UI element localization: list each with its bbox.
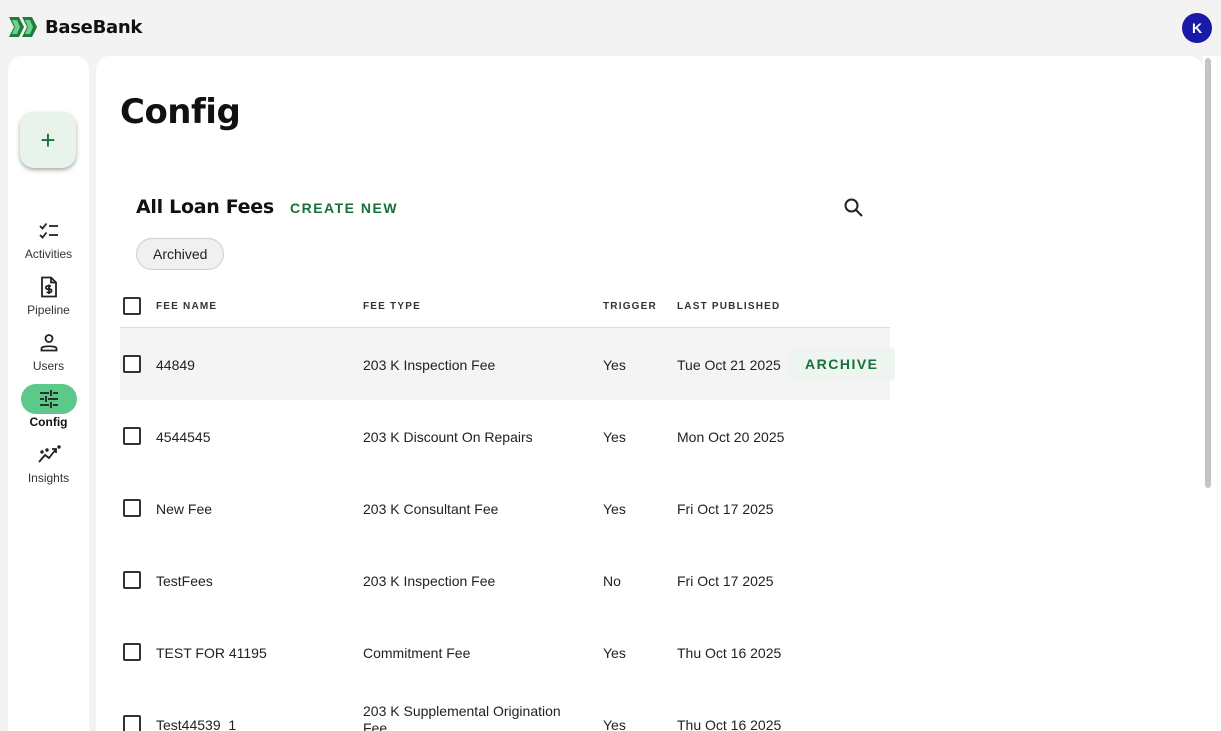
sidebar-item-insights[interactable]: Insights — [8, 440, 89, 485]
last-published-cell: Mon Oct 20 2025 — [677, 429, 785, 445]
sidebar-item-label: Activities — [24, 247, 73, 261]
page-scrollbar-thumb[interactable] — [1205, 58, 1211, 488]
column-header-fee-type[interactable]: FEE TYPE — [363, 301, 421, 312]
brand-logo[interactable]: BaseBank — [8, 15, 142, 39]
column-header-trigger[interactable]: TRIGGER — [603, 301, 657, 312]
archived-filter-chip[interactable]: Archived — [136, 238, 225, 270]
page-title: Config — [120, 92, 241, 132]
last-published-cell: Fri Oct 17 2025 — [677, 573, 774, 589]
sliders-icon — [20, 384, 77, 414]
top-bar: BaseBank K — [0, 0, 1221, 56]
row-checkbox[interactable] — [123, 715, 141, 731]
fee-type-cell: 203 K Inspection Fee — [363, 357, 496, 373]
trend-icon — [21, 440, 77, 470]
sidebar-item-label: Pipeline — [27, 303, 70, 317]
person-icon — [21, 328, 77, 358]
sidebar-nav: + Activities Pipeline Users Config Insig… — [8, 56, 89, 731]
trigger-cell: Yes — [603, 429, 626, 445]
fee-type-cell: 203 K Discount On Repairs — [363, 429, 533, 445]
column-header-fee-name[interactable]: FEE NAME — [156, 301, 217, 312]
trigger-cell: Yes — [603, 645, 626, 661]
sidebar-item-config[interactable]: Config — [8, 384, 89, 429]
checklist-icon — [21, 216, 77, 246]
trigger-cell: Yes — [603, 501, 626, 517]
fee-type-cell: 203 K Inspection Fee — [363, 573, 496, 589]
fee-type-cell: Commitment Fee — [363, 645, 471, 661]
basebank-logo-icon — [9, 17, 37, 37]
last-published-cell: Thu Oct 16 2025 — [677, 717, 782, 731]
last-published-cell: Thu Oct 16 2025 — [677, 645, 782, 661]
user-avatar[interactable]: K — [1182, 13, 1212, 43]
archive-button[interactable]: ARCHIVE — [789, 348, 895, 380]
fee-type-cell: 203 K Consultant Fee — [363, 501, 499, 517]
fee-name-cell: TEST FOR 41195 — [156, 645, 267, 661]
fee-name-cell: TestFees — [156, 573, 213, 589]
sidebar-item-users[interactable]: Users — [8, 328, 89, 373]
row-checkbox[interactable] — [123, 643, 141, 661]
search-button[interactable] — [842, 196, 866, 220]
main-panel: Config All Loan Fees CREATE NEW Archived… — [96, 56, 1203, 731]
section-title: All Loan Fees — [136, 196, 274, 218]
select-all-checkbox[interactable] — [123, 297, 141, 315]
fee-name-cell: 4544545 — [156, 429, 211, 445]
table-header: FEE NAME FEE TYPE TRIGGER LAST PUBLISHED — [120, 284, 890, 328]
table-row[interactable]: 4544545 203 K Discount On Repairs Yes Mo… — [120, 400, 890, 472]
last-published-cell: Fri Oct 17 2025 — [677, 501, 774, 517]
trigger-cell: No — [603, 573, 621, 589]
row-checkbox[interactable] — [123, 499, 141, 517]
create-new-button[interactable]: CREATE NEW — [290, 200, 398, 216]
table-row[interactable]: 44849 203 K Inspection Fee Yes Tue Oct 2… — [120, 328, 895, 400]
fee-name-cell: 44849 — [156, 357, 195, 373]
sidebar-item-label: Insights — [27, 471, 70, 485]
fee-name-cell: New Fee — [156, 501, 213, 517]
last-published-cell: Tue Oct 21 2025 — [677, 357, 781, 373]
row-checkbox[interactable] — [123, 355, 141, 373]
sidebar-item-activities[interactable]: Activities — [8, 216, 89, 261]
column-header-last-published[interactable]: LAST PUBLISHED — [677, 301, 780, 312]
fees-table: FEE NAME FEE TYPE TRIGGER LAST PUBLISHED… — [120, 284, 895, 731]
trigger-cell: Yes — [603, 357, 626, 373]
dollar-document-icon — [21, 272, 77, 302]
trigger-cell: Yes — [603, 717, 626, 731]
fee-type-cell: 203 K Supplemental Origination Fee — [363, 703, 561, 731]
table-row[interactable]: New Fee 203 K Consultant Fee Yes Fri Oct… — [120, 472, 890, 544]
sidebar-item-label: Config — [29, 415, 68, 429]
sidebar-item-pipeline[interactable]: Pipeline — [8, 272, 89, 317]
table-row[interactable]: TestFees 203 K Inspection Fee No Fri Oct… — [120, 544, 890, 616]
fee-name-cell: Test44539_1 — [156, 717, 237, 731]
row-checkbox[interactable] — [123, 427, 141, 445]
create-fab-button[interactable]: + — [20, 112, 76, 168]
table-row[interactable]: Test44539_1 203 K Supplemental Originati… — [120, 688, 890, 731]
search-icon — [844, 198, 863, 217]
sidebar-item-label: Users — [32, 359, 65, 373]
table-row[interactable]: TEST FOR 41195 Commitment Fee Yes Thu Oc… — [120, 616, 890, 688]
brand-name: BaseBank — [45, 16, 143, 38]
row-checkbox[interactable] — [123, 571, 141, 589]
